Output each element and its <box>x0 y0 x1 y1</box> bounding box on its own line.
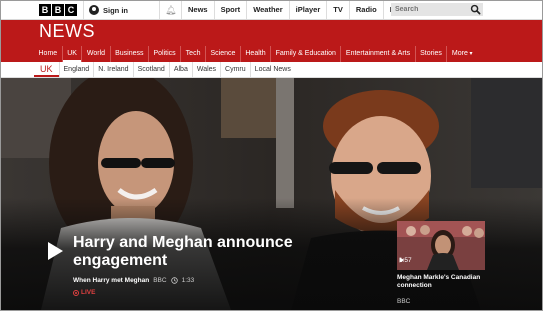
search-input[interactable] <box>391 3 473 16</box>
subnav-england[interactable]: England <box>58 62 94 77</box>
hero-duration: 1:33 <box>181 277 195 284</box>
section-health[interactable]: Health <box>239 46 270 62</box>
live-label: LIVE <box>81 289 96 296</box>
global-nav-radio[interactable]: Radio <box>348 1 383 19</box>
related-video-card[interactable]: 1:57 Meghan Markle's Canadian connection… <box>397 221 485 306</box>
section-home[interactable]: Home <box>34 46 62 62</box>
subnav-uk[interactable]: UK <box>34 62 59 77</box>
sign-in-label: Sign in <box>103 5 128 15</box>
section-nav: Home UK World Business Politics Tech Sci… <box>34 46 477 62</box>
play-icon <box>399 257 405 263</box>
hero-source: BBC <box>153 277 167 284</box>
section-stories[interactable]: Stories <box>414 46 447 62</box>
global-nav-news[interactable]: News <box>181 1 214 19</box>
subnav-wales[interactable]: Wales <box>191 62 220 77</box>
hero-headline[interactable]: Harry and Meghan announce engagement <box>73 234 303 270</box>
live-badge: LIVE <box>73 289 95 296</box>
related-video-duration-badge: 1:57 <box>399 257 412 264</box>
section-politics[interactable]: Politics <box>147 46 180 62</box>
subnav-alba[interactable]: Alba <box>168 62 192 77</box>
search-icon[interactable] <box>470 4 481 15</box>
bbc-logo-letter: C <box>65 4 77 16</box>
live-icon <box>73 289 79 296</box>
global-navigation-bar: B B C Sign in 🔔︎ News Sport Weather iPla… <box>1 1 542 20</box>
bbc-logo[interactable]: B B C <box>39 4 77 16</box>
subnav-cymru[interactable]: Cymru <box>220 62 250 77</box>
related-video-title[interactable]: Meghan Markle's Canadian connection <box>397 274 493 290</box>
hero-show-name[interactable]: When Harry met Meghan <box>73 277 149 284</box>
section-entertainment-arts[interactable]: Entertainment & Arts <box>340 46 414 62</box>
news-logo[interactable]: NEWS <box>39 21 95 42</box>
global-nav-weather[interactable]: Weather <box>246 1 288 19</box>
search-box <box>391 3 483 16</box>
hero-video-promo[interactable]: Harry and Meghan announce engagement Whe… <box>1 78 542 310</box>
section-family-education[interactable]: Family & Education <box>270 46 340 62</box>
subnav-local-news[interactable]: Local News <box>249 62 295 77</box>
news-header: NEWS Home UK World Business Politics Tec… <box>1 20 542 62</box>
divider <box>83 1 84 19</box>
notifications-bell-icon[interactable]: 🔔︎ <box>165 5 176 15</box>
section-tech[interactable]: Tech <box>180 46 205 62</box>
user-icon <box>89 5 99 15</box>
browser-viewport: B B C Sign in 🔔︎ News Sport Weather iPla… <box>0 0 543 311</box>
bbc-logo-letter: B <box>52 4 64 16</box>
related-video-thumbnail[interactable]: 1:57 <box>397 221 485 270</box>
global-nav-sport[interactable]: Sport <box>213 1 247 19</box>
clock-icon <box>170 277 178 284</box>
section-more[interactable]: More <box>446 46 477 62</box>
hero-meta: When Harry met Meghan BBC 1:33 <box>73 277 194 284</box>
section-world[interactable]: World <box>81 46 109 62</box>
subnav-scotland[interactable]: Scotland <box>132 62 169 77</box>
global-nav: News Sport Weather iPlayer TV Radio More <box>181 1 419 19</box>
subnav-n-ireland[interactable]: N. Ireland <box>93 62 132 77</box>
play-icon[interactable] <box>41 238 67 264</box>
global-nav-tv[interactable]: TV <box>326 1 349 19</box>
section-uk[interactable]: UK <box>61 46 82 62</box>
bbc-logo-letter: B <box>39 4 51 16</box>
sign-in-link[interactable]: Sign in <box>89 3 128 17</box>
divider <box>159 1 160 19</box>
section-business[interactable]: Business <box>109 46 148 62</box>
related-video-source: BBC <box>397 298 411 305</box>
global-nav-iplayer[interactable]: iPlayer <box>288 1 327 19</box>
section-science[interactable]: Science <box>204 46 240 62</box>
region-subnav: UK England N. Ireland Scotland Alba Wale… <box>1 62 542 78</box>
